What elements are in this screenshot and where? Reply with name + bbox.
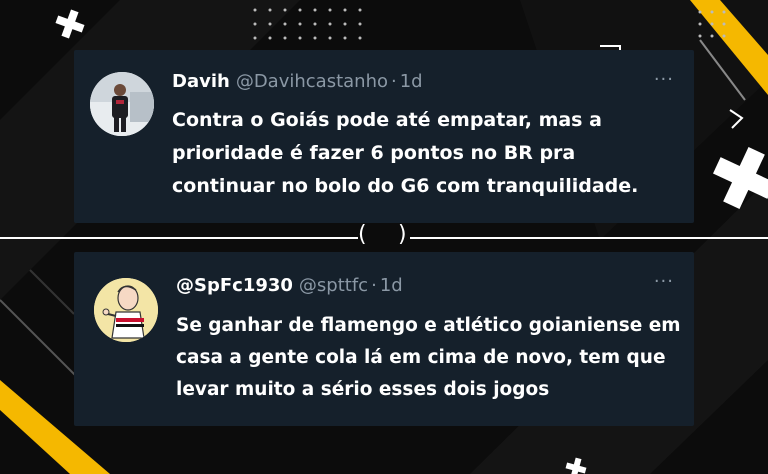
tweet-header: Davih @Davihcastanho · 1d xyxy=(172,70,654,94)
tweet-text: Se ganhar de flamengo e atlético goianie… xyxy=(176,315,681,400)
divider-paren-left: ( xyxy=(358,222,367,247)
more-options-icon[interactable]: ··· xyxy=(654,273,674,291)
divider-paren-right: ) xyxy=(398,222,407,247)
tweet-header: @SpFc1930 @spttfc · 1d xyxy=(176,274,654,298)
plus-icon-top-left xyxy=(55,9,85,39)
user-handle[interactable]: @spttfc xyxy=(299,275,368,296)
separator: · xyxy=(371,275,377,296)
avatar[interactable] xyxy=(90,72,154,136)
display-name[interactable]: Davih xyxy=(172,71,230,92)
tweet-card[interactable]: @SpFc1930 @spttfc · 1d ··· Se ganhar de fla… xyxy=(74,252,694,426)
separator: · xyxy=(391,71,397,92)
user-handle[interactable]: @Davihcastanho xyxy=(236,71,388,92)
display-name[interactable]: @SpFc1930 xyxy=(176,275,293,296)
more-options-icon[interactable]: ··· xyxy=(654,71,674,89)
tweet-card[interactable]: Davih @Davihcastanho · 1d ··· Contra o Goiá… xyxy=(74,50,694,223)
tweet-text: Contra o Goiás pode até empatar, mas a p… xyxy=(172,109,639,197)
timestamp[interactable]: 1d xyxy=(400,71,423,92)
avatar[interactable] xyxy=(94,278,158,342)
timestamp[interactable]: 1d xyxy=(380,275,403,296)
